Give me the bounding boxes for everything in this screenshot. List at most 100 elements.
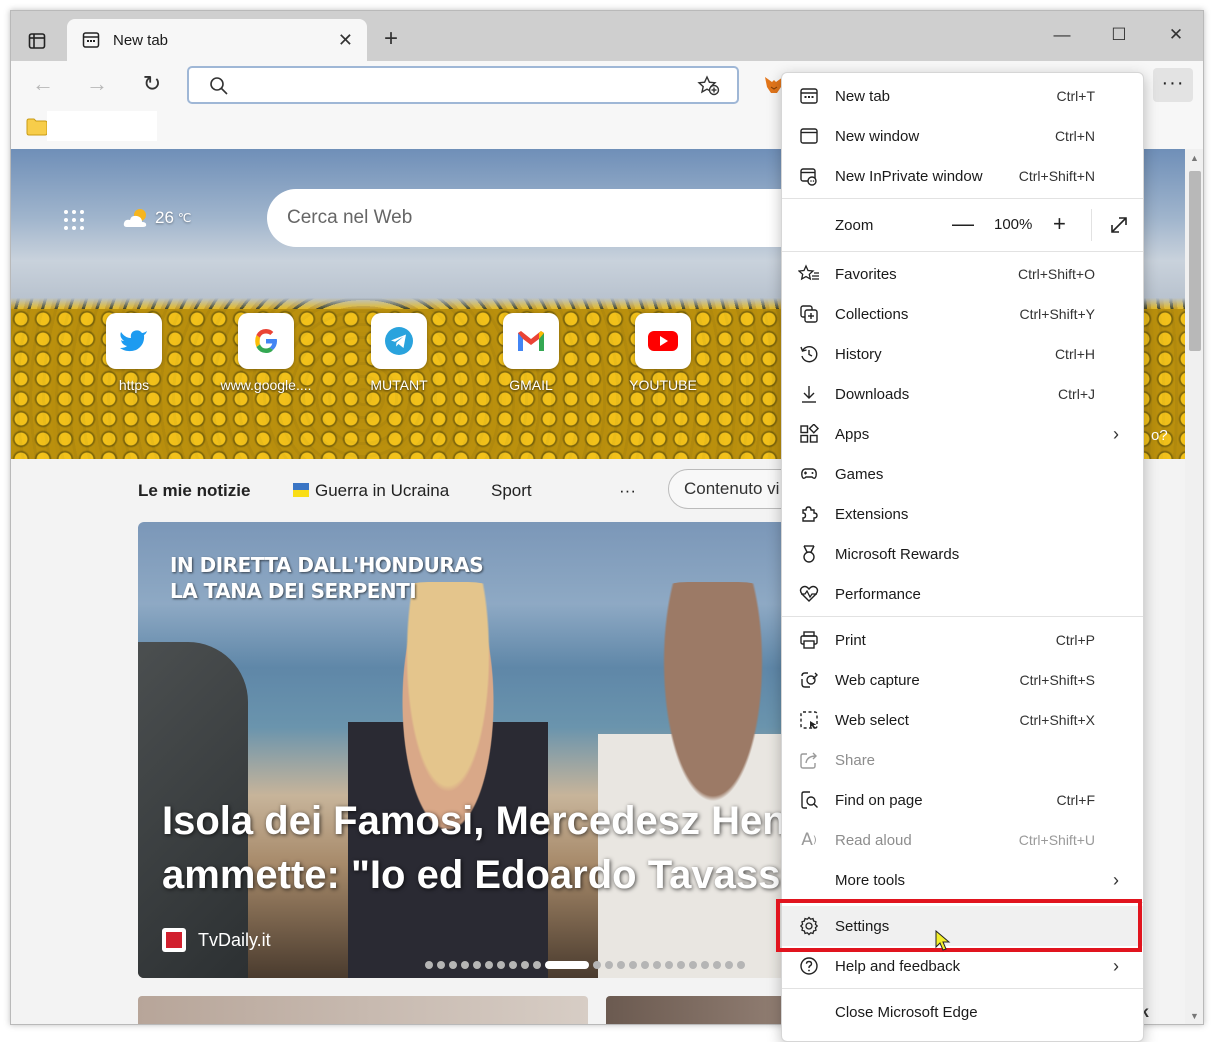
- close-window-button[interactable]: ✕: [1161, 25, 1191, 49]
- menu-item-help-and-feedback[interactable]: Help and feedback ›: [782, 946, 1143, 986]
- tab-close-icon[interactable]: ✕: [338, 30, 353, 51]
- feed-tab-ukraine[interactable]: Guerra in Ucraina: [293, 481, 449, 501]
- menu-item-web-select[interactable]: Web select Ctrl+Shift+X: [782, 700, 1143, 740]
- menu-item-shortcut: Ctrl+H: [1054, 346, 1095, 362]
- feed-tab-my-news[interactable]: Le mie notizie: [138, 481, 250, 501]
- folder-icon[interactable]: [26, 118, 48, 136]
- menu-item-find-on-page[interactable]: Find on page Ctrl+F: [782, 780, 1143, 820]
- quick-link-youtube[interactable]: YOUTUBE: [608, 313, 718, 393]
- zoom-in-button[interactable]: +: [1053, 211, 1066, 237]
- address-bar[interactable]: [187, 66, 739, 104]
- maximize-button[interactable]: ☐: [1104, 25, 1134, 49]
- menu-item-downloads[interactable]: Downloads Ctrl+J: [782, 374, 1143, 414]
- carousel-dot[interactable]: [425, 961, 433, 969]
- carousel-dot[interactable]: [701, 961, 709, 969]
- menu-item-shortcut: Ctrl+Shift+X: [1019, 712, 1095, 728]
- news-source-name: TvDaily.it: [198, 929, 271, 950]
- news-card-preview[interactable]: [138, 996, 588, 1024]
- menu-separator: [782, 251, 1143, 252]
- feed-tab-sport[interactable]: Sport: [491, 481, 532, 501]
- menu-item-web-capture[interactable]: Web capture Ctrl+Shift+S: [782, 660, 1143, 700]
- carousel-dot[interactable]: [509, 961, 517, 969]
- menu-item-extensions[interactable]: Extensions: [782, 494, 1143, 534]
- menu-item-new-window[interactable]: New window Ctrl+N: [782, 116, 1143, 156]
- carousel-dot[interactable]: [677, 961, 685, 969]
- carousel-dot[interactable]: [533, 961, 541, 969]
- refresh-button[interactable]: ↻: [136, 69, 168, 101]
- minimize-button[interactable]: —: [1047, 25, 1077, 49]
- menu-item-new-tab[interactable]: New tab Ctrl+T: [782, 76, 1143, 116]
- app-launcher-icon[interactable]: [63, 209, 85, 231]
- carousel-dot[interactable]: [689, 961, 697, 969]
- menu-item-collections[interactable]: Collections Ctrl+Shift+Y: [782, 294, 1143, 334]
- carousel-dot[interactable]: [497, 961, 505, 969]
- add-favorite-icon[interactable]: [697, 75, 721, 97]
- feed-more-icon[interactable]: ···: [619, 481, 636, 501]
- tab-actions-button[interactable]: [23, 27, 51, 55]
- carousel-dot[interactable]: [629, 961, 637, 969]
- menu-item-games[interactable]: Games: [782, 454, 1143, 494]
- quick-link-mutant[interactable]: MUTANT: [344, 313, 454, 393]
- carousel-dot-active[interactable]: [545, 961, 589, 969]
- menu-item-favorites[interactable]: Favorites Ctrl+Shift+O: [782, 254, 1143, 294]
- menu-item-history[interactable]: History Ctrl+H: [782, 334, 1143, 374]
- menu-item-label: Print: [835, 631, 866, 649]
- carousel-dot[interactable]: [713, 961, 721, 969]
- menu-item-label: Downloads: [835, 385, 910, 403]
- menu-item-microsoft-rewards[interactable]: Microsoft Rewards: [782, 534, 1143, 574]
- carousel-dot[interactable]: [473, 961, 481, 969]
- menu-separator: [782, 616, 1143, 617]
- menu-item-more-tools[interactable]: More tools ›: [782, 860, 1143, 900]
- news-headline[interactable]: Isola dei Famosi, Mercedesz Hen ammette:…: [162, 794, 858, 902]
- menu-item-label: New tab: [835, 87, 891, 105]
- carousel-dot[interactable]: [737, 961, 745, 969]
- scroll-down-arrow-icon[interactable]: ▼: [1190, 1011, 1199, 1021]
- carousel-dot[interactable]: [641, 961, 649, 969]
- scroll-up-arrow-icon[interactable]: ▲: [1190, 153, 1199, 163]
- scrollbar-thumb[interactable]: [1189, 171, 1201, 351]
- carousel-dot[interactable]: [593, 961, 601, 969]
- carousel-dot[interactable]: [653, 961, 661, 969]
- zoom-value: 100%: [994, 216, 1033, 233]
- web-search-box[interactable]: [267, 189, 827, 247]
- quick-link-google[interactable]: www.google....: [211, 313, 321, 393]
- carousel-dot[interactable]: [461, 961, 469, 969]
- web-search-input[interactable]: [287, 207, 807, 229]
- feed-tab-label: Guerra in Ucraina: [315, 481, 450, 500]
- carousel-dot[interactable]: [449, 961, 457, 969]
- carousel-dot[interactable]: [665, 961, 673, 969]
- menu-item-label: More tools: [835, 871, 906, 889]
- carousel-dot[interactable]: [725, 961, 733, 969]
- menu-item-print[interactable]: Print Ctrl+P: [782, 620, 1143, 660]
- new-window-icon: [798, 125, 820, 147]
- new-tab-button[interactable]: +: [377, 27, 405, 55]
- carousel-dot[interactable]: [605, 961, 613, 969]
- telegram-icon: [385, 327, 413, 355]
- tab-new-tab[interactable]: New tab ✕: [67, 19, 367, 61]
- carousel-dot[interactable]: [617, 961, 625, 969]
- weather-widget[interactable]: 26 ℃: [123, 207, 191, 229]
- page-scrollbar[interactable]: ▲ ▼: [1185, 149, 1203, 1024]
- mouse-cursor-icon: [935, 930, 951, 951]
- carousel-dot[interactable]: [485, 961, 493, 969]
- carousel-dot[interactable]: [521, 961, 529, 969]
- menu-item-label: New InPrivate window: [835, 167, 983, 185]
- quick-link-gmail[interactable]: GMAIL: [476, 313, 586, 393]
- carousel-dots[interactable]: [425, 961, 745, 971]
- favorites-bar-item[interactable]: [47, 111, 157, 141]
- back-button[interactable]: ←: [27, 69, 59, 101]
- news-card[interactable]: IN DIRETTA DALL'HONDURAS LA TANA DEI SER…: [138, 522, 858, 978]
- quick-link-twitter[interactable]: https: [79, 313, 189, 393]
- settings-and-more-menu: New tab Ctrl+T New window Ctrl+N New InP…: [781, 72, 1144, 1042]
- zoom-out-button[interactable]: —: [952, 211, 974, 237]
- menu-item-new-inprivate-window[interactable]: New InPrivate window Ctrl+Shift+N: [782, 156, 1143, 196]
- collections-icon: [798, 303, 820, 325]
- menu-item-apps[interactable]: Apps ›: [782, 414, 1143, 454]
- carousel-dot[interactable]: [437, 961, 445, 969]
- settings-and-more-button[interactable]: ···: [1153, 68, 1193, 102]
- inprivate-icon: [798, 165, 820, 187]
- fullscreen-icon[interactable]: [1108, 214, 1130, 236]
- menu-item-performance[interactable]: Performance: [782, 574, 1143, 614]
- menu-item-close-microsoft-edge[interactable]: Close Microsoft Edge: [782, 992, 1143, 1032]
- forward-button[interactable]: →: [81, 69, 113, 101]
